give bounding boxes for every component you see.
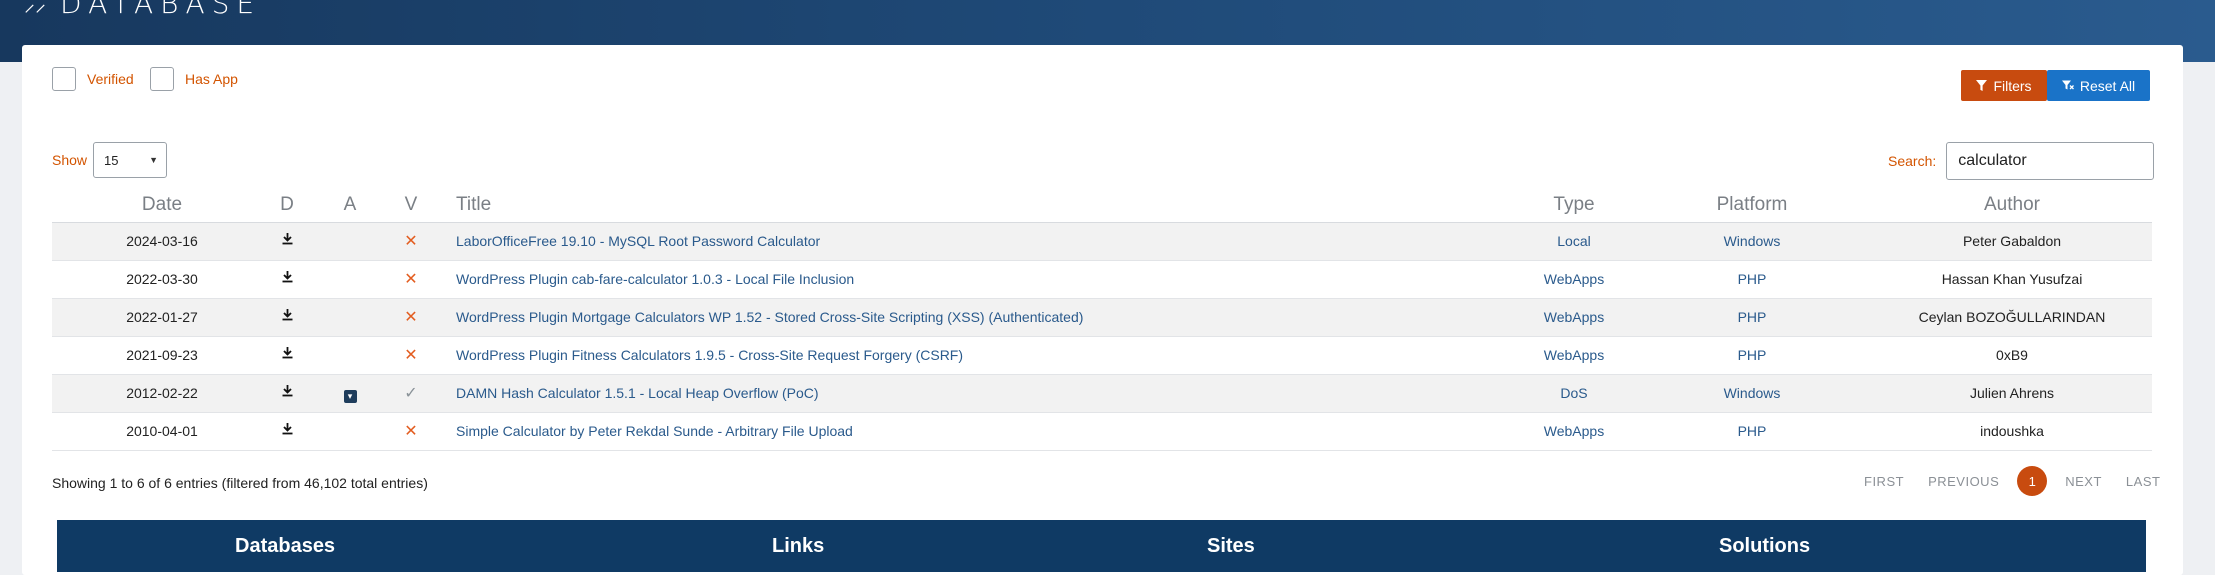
main-panel: Verified Has App Filters Reset All Show … bbox=[22, 45, 2183, 575]
pagination-previous[interactable]: PREVIOUS bbox=[1928, 474, 1999, 489]
x-icon: ✕ bbox=[404, 233, 418, 250]
has-app-checkbox[interactable] bbox=[150, 67, 174, 91]
row-type[interactable]: DoS bbox=[1504, 385, 1644, 401]
reset-all-label: Reset All bbox=[2079, 77, 2136, 94]
download-icon[interactable] bbox=[280, 385, 294, 401]
table-row: 2010-04-01 ✕ Simple Calculator by Peter Re… bbox=[52, 413, 2152, 451]
filter-icon bbox=[1976, 80, 1988, 91]
has-app-label: Has App bbox=[185, 71, 238, 87]
filters-button[interactable]: Filters bbox=[1961, 70, 2047, 101]
header-type[interactable]: Type bbox=[1504, 194, 1644, 216]
row-date: 2010-04-01 bbox=[126, 423, 198, 439]
row-type[interactable]: WebApps bbox=[1504, 423, 1644, 439]
filter-reset-icon bbox=[2061, 80, 2074, 90]
download-icon[interactable] bbox=[280, 271, 294, 287]
row-platform[interactable]: PHP bbox=[1682, 347, 1822, 363]
row-title-link[interactable]: Simple Calculator by Peter Rekdal Sunde … bbox=[456, 423, 853, 439]
table-row: 2024-03-16 ✕ LaborOfficeFree 19.10 - MySQL… bbox=[52, 223, 2152, 261]
row-author[interactable]: indoushka bbox=[1892, 423, 2132, 439]
download-icon[interactable] bbox=[280, 423, 294, 439]
row-platform[interactable]: PHP bbox=[1682, 423, 1822, 439]
chevron-down-icon: ▼ bbox=[149, 155, 159, 165]
row-author[interactable]: Peter Gabaldon bbox=[1892, 233, 2132, 249]
search-control: Search: bbox=[1888, 142, 2155, 180]
pagination-current[interactable]: 1 bbox=[2017, 466, 2048, 496]
search-input[interactable] bbox=[1946, 142, 2155, 180]
download-icon[interactable] bbox=[280, 347, 294, 363]
exploits-table: Date D A V Title Type Platform Author 20… bbox=[52, 187, 2152, 451]
check-icon: ✓ bbox=[404, 385, 418, 402]
header-d[interactable]: D bbox=[280, 194, 294, 216]
filters-button-label: Filters bbox=[1993, 77, 2032, 94]
pagination-last[interactable]: LAST bbox=[2126, 474, 2161, 489]
row-title-link[interactable]: LaborOfficeFree 19.10 - MySQL Root Passw… bbox=[456, 233, 820, 249]
verified-filter[interactable]: Verified bbox=[52, 67, 134, 91]
x-icon: ✕ bbox=[404, 423, 418, 440]
pagination: FIRST PREVIOUS 1 NEXT LAST bbox=[1852, 466, 2172, 496]
page-length-control: Show 15 ▼ bbox=[52, 142, 168, 178]
header-date[interactable]: Date bbox=[122, 194, 202, 216]
pagination-first[interactable]: FIRST bbox=[1864, 474, 1904, 489]
table-row: 2022-01-27 ✕ WordPress Plugin Mortgage Cal… bbox=[52, 299, 2152, 337]
reset-all-button[interactable]: Reset All bbox=[2047, 70, 2150, 101]
row-title-link[interactable]: DAMN Hash Calculator 1.5.1 - Local Heap … bbox=[456, 385, 819, 401]
app-icon[interactable]: ▾ bbox=[342, 385, 358, 403]
row-title-link[interactable]: WordPress Plugin Mortgage Calculators WP… bbox=[456, 309, 1083, 325]
row-platform[interactable]: Windows bbox=[1682, 233, 1822, 249]
pagination-next[interactable]: NEXT bbox=[2065, 474, 2102, 489]
row-author[interactable]: Julien Ahrens bbox=[1892, 385, 2132, 401]
row-author[interactable]: 0xB9 bbox=[1892, 347, 2132, 363]
row-platform[interactable]: Windows bbox=[1682, 385, 1822, 401]
row-author[interactable]: Hassan Khan Yusufzai bbox=[1892, 271, 2132, 287]
row-type[interactable]: WebApps bbox=[1504, 271, 1644, 287]
row-date: 2022-01-27 bbox=[126, 309, 198, 325]
header-platform[interactable]: Platform bbox=[1682, 194, 1822, 216]
download-icon[interactable] bbox=[280, 309, 294, 325]
row-date: 2012-02-22 bbox=[126, 385, 198, 401]
footer-databases[interactable]: Databases bbox=[235, 535, 335, 558]
page-length-select[interactable]: 15 ▼ bbox=[93, 142, 168, 178]
footer-links[interactable]: Links bbox=[772, 535, 824, 558]
footer-nav: Databases Links Sites Solutions bbox=[57, 520, 2146, 572]
x-icon: ✕ bbox=[404, 309, 418, 326]
table-row: 2022-03-30 ✕ WordPress Plugin cab-fare-cal… bbox=[52, 261, 2152, 299]
brand-logo[interactable]: ⸝⸝ DATABASE bbox=[24, 0, 262, 20]
header-author[interactable]: Author bbox=[1892, 194, 2132, 216]
row-date: 2024-03-16 bbox=[126, 233, 198, 249]
header-v[interactable]: V bbox=[404, 194, 418, 216]
row-type[interactable]: Local bbox=[1504, 233, 1644, 249]
search-label: Search: bbox=[1888, 153, 1937, 169]
brand-mark-icon: ⸝⸝ bbox=[24, 0, 47, 17]
has-app-filter[interactable]: Has App bbox=[150, 67, 238, 91]
x-icon: ✕ bbox=[404, 347, 418, 364]
footer-sites[interactable]: Sites bbox=[1207, 535, 1255, 558]
row-type[interactable]: WebApps bbox=[1504, 347, 1644, 363]
brand-title: DATABASE bbox=[60, 0, 262, 20]
show-label: Show bbox=[52, 152, 88, 168]
row-platform[interactable]: PHP bbox=[1682, 271, 1822, 287]
table-info: Showing 1 to 6 of 6 entries (filtered fr… bbox=[52, 475, 428, 491]
download-icon[interactable] bbox=[280, 233, 294, 249]
row-date: 2021-09-23 bbox=[126, 347, 198, 363]
row-author[interactable]: Ceylan BOZOĞULLARINDAN bbox=[1892, 309, 2132, 325]
table-header: Date D A V Title Type Platform Author bbox=[52, 187, 2152, 223]
row-date: 2022-03-30 bbox=[126, 271, 198, 287]
table-body: 2024-03-16 ✕ LaborOfficeFree 19.10 - MySQL… bbox=[52, 223, 2152, 451]
row-type[interactable]: WebApps bbox=[1504, 309, 1644, 325]
row-title-link[interactable]: WordPress Plugin Fitness Calculators 1.9… bbox=[456, 347, 963, 363]
header-title[interactable]: Title bbox=[456, 194, 491, 216]
header-a[interactable]: A bbox=[342, 194, 358, 216]
x-icon: ✕ bbox=[404, 271, 418, 288]
row-platform[interactable]: PHP bbox=[1682, 309, 1822, 325]
verified-checkbox[interactable] bbox=[52, 67, 76, 91]
row-title-link[interactable]: WordPress Plugin cab-fare-calculator 1.0… bbox=[456, 271, 854, 287]
page-length-value: 15 bbox=[104, 152, 119, 168]
verified-label: Verified bbox=[87, 71, 134, 87]
table-row: 2012-02-22 ▾ ✓ DAMN Hash Calculator 1.5.1 -… bbox=[52, 375, 2152, 413]
footer-solutions[interactable]: Solutions bbox=[1719, 535, 1810, 558]
table-row: 2021-09-23 ✕ WordPress Plugin Fitness Calc… bbox=[52, 337, 2152, 375]
